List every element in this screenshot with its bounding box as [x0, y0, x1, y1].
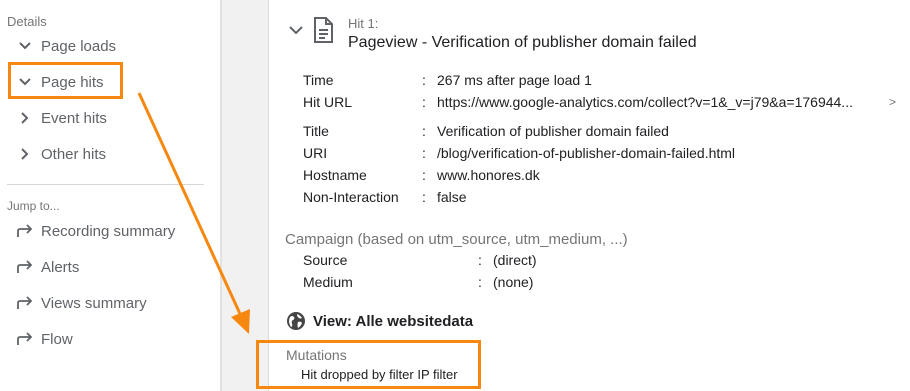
content-border — [268, 0, 269, 391]
field-colon: : — [422, 189, 426, 205]
field-label-hostname: Hostname — [303, 167, 367, 183]
field-colon: : — [478, 274, 482, 290]
chevron-right-icon — [16, 145, 34, 163]
field-label-hit-url: Hit URL — [303, 94, 353, 110]
view-row: View: Alle websitedata — [286, 311, 473, 331]
jump-item-recording-summary[interactable]: Recording summary — [16, 219, 175, 243]
campaign-value-source: (direct) — [493, 252, 537, 268]
campaign-value-medium: (none) — [493, 274, 534, 290]
field-value-time: 267 ms after page load 1 — [437, 72, 592, 88]
mutations-highlight-box — [256, 340, 481, 389]
jump-arrow-icon — [16, 258, 34, 276]
sidebar-item-label: Views summary — [41, 294, 147, 312]
field-value-hostname: www.honores.dk — [437, 167, 540, 183]
page-hits-highlight-box — [8, 62, 123, 99]
sidebar-item-label: Flow — [41, 330, 73, 348]
jump-heading: Jump to... — [7, 199, 60, 213]
field-colon: : — [422, 123, 426, 139]
field-value-title: Verification of publisher domain failed — [437, 123, 669, 139]
sidebar-item-other-hits[interactable]: Other hits — [16, 142, 106, 166]
campaign-label-medium: Medium — [303, 274, 353, 290]
jump-arrow-icon — [16, 330, 34, 348]
field-colon: : — [422, 72, 426, 88]
field-label-title: Title — [303, 123, 329, 139]
field-colon: : — [422, 167, 426, 183]
sidebar-item-event-hits[interactable]: Event hits — [16, 106, 107, 130]
view-label: View: Alle websitedata — [313, 312, 474, 330]
sidebar: Details Page loads Page hits Event hits … — [0, 0, 220, 391]
jump-item-views-summary[interactable]: Views summary — [16, 291, 147, 315]
hit-number: Hit 1: — [348, 16, 379, 31]
content-gutter — [222, 0, 268, 391]
field-value-uri: /blog/verification-of-publisher-domain-f… — [437, 145, 736, 161]
campaign-label-source: Source — [303, 252, 348, 268]
globe-icon — [286, 311, 306, 331]
details-heading: Details — [7, 14, 47, 29]
jump-item-alerts[interactable]: Alerts — [16, 255, 79, 279]
chevron-right-icon — [16, 109, 34, 127]
jump-arrow-icon — [16, 222, 34, 240]
campaign-heading: Campaign (based on utm_source, utm_mediu… — [285, 231, 628, 248]
sidebar-divider — [7, 184, 204, 185]
sidebar-item-label: Event hits — [41, 109, 107, 127]
field-value-non-interaction: false — [437, 189, 467, 205]
field-value-hit-url: https://www.google-analytics.com/collect… — [437, 94, 853, 110]
jump-arrow-icon — [16, 294, 34, 312]
field-label-time: Time — [303, 72, 334, 88]
sidebar-item-label: Other hits — [41, 145, 107, 163]
document-icon — [312, 16, 334, 49]
hit-title: Pageview - Verification of publisher dom… — [348, 34, 697, 51]
field-colon: : — [422, 145, 426, 161]
sidebar-item-label: Alerts — [41, 258, 80, 276]
sidebar-item-page-loads[interactable]: Page loads — [16, 34, 116, 58]
jump-item-flow[interactable]: Flow — [16, 327, 73, 351]
field-label-non-interaction: Non-Interaction — [303, 189, 399, 205]
field-colon: : — [478, 252, 482, 268]
hit-collapse-chevron-icon[interactable] — [289, 22, 305, 38]
field-colon: : — [422, 94, 426, 110]
sidebar-item-label: Recording summary — [41, 222, 176, 240]
chevron-down-icon — [16, 37, 34, 55]
expand-url-arrow-icon[interactable]: > — [889, 95, 896, 109]
sidebar-item-label: Page loads — [41, 37, 117, 55]
field-label-uri: URI — [303, 145, 328, 161]
